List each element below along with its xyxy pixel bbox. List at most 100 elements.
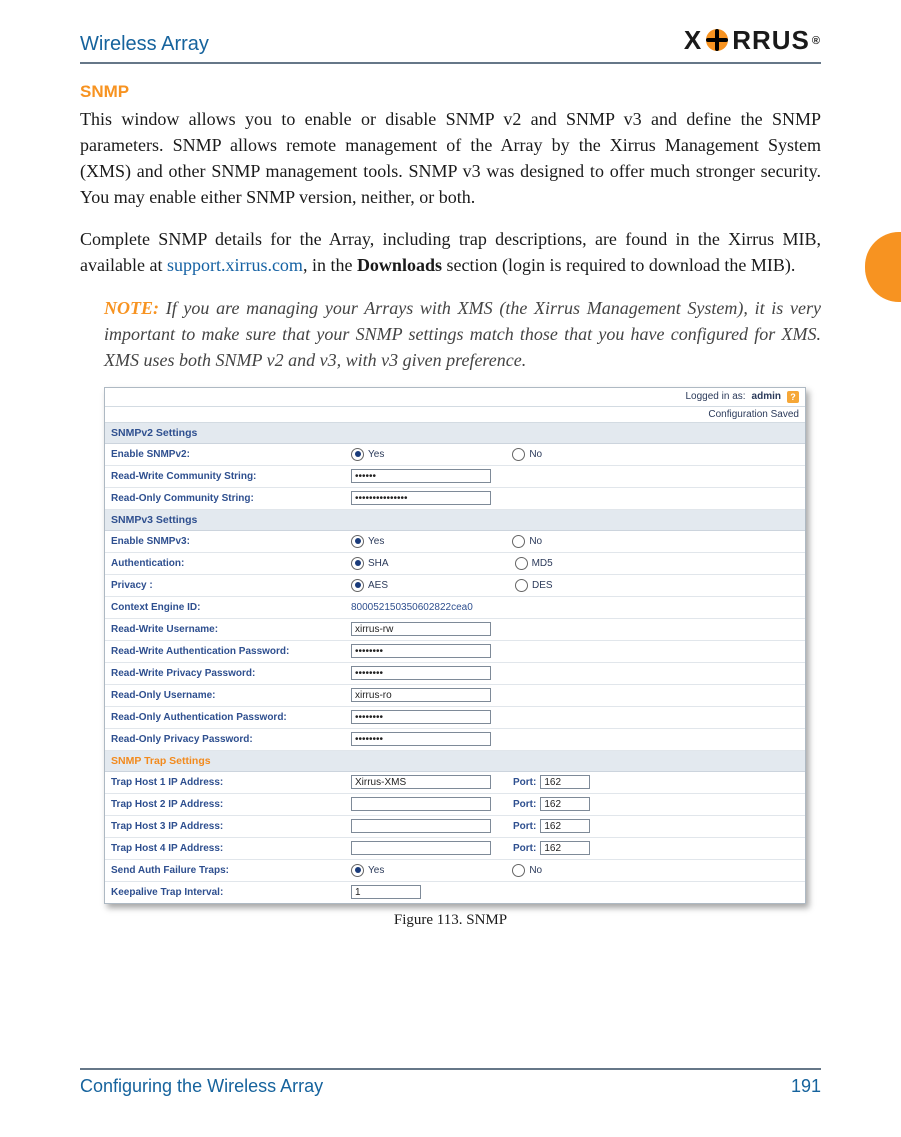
radio-label: No: [529, 536, 542, 547]
ro-community-row: Read-Only Community String: ••••••••••••…: [105, 488, 805, 510]
engine-id-label: Context Engine ID:: [111, 602, 351, 613]
keepalive-label: Keepalive Trap Interval:: [111, 887, 351, 898]
rw-community-row: Read-Write Community String: ••••••: [105, 466, 805, 488]
figure-caption: Figure 113. SNMP: [80, 912, 821, 929]
ro-priv-pw-label: Read-Only Privacy Password:: [111, 734, 351, 745]
radio-icon: [351, 864, 364, 877]
radio-icon: [515, 579, 528, 592]
help-icon[interactable]: ?: [787, 391, 799, 403]
trap-host1-row: Trap Host 1 IP Address: Xirrus-XMS Port:…: [105, 772, 805, 794]
trap-host1-port-input[interactable]: 162: [540, 775, 590, 789]
priv-des[interactable]: DES: [515, 579, 553, 592]
keepalive-row: Keepalive Trap Interval: 1: [105, 882, 805, 903]
logo-text: RRUS: [732, 25, 810, 56]
trap-host4-row: Trap Host 4 IP Address: Port: 162: [105, 838, 805, 860]
radio-label: No: [529, 449, 542, 460]
trap-host3-port-input[interactable]: 162: [540, 819, 590, 833]
priv-aes[interactable]: AES: [351, 579, 388, 592]
enable-snmpv3-row: Enable SNMPv3: Yes No: [105, 531, 805, 553]
doc-title: Wireless Array: [80, 33, 209, 56]
ro-priv-pw-row: Read-Only Privacy Password: ••••••••: [105, 729, 805, 751]
paragraph-2-mid: , in the: [303, 255, 357, 275]
radio-label: No: [529, 865, 542, 876]
privacy-label: Privacy :: [111, 580, 351, 591]
engine-id-row: Context Engine ID: 800052150350602822cea…: [105, 597, 805, 619]
trap-host1-ip-input[interactable]: Xirrus-XMS: [351, 775, 491, 789]
radio-label: Yes: [368, 449, 384, 460]
snmpv2-section-header: SNMPv2 Settings: [105, 423, 805, 444]
panel-top-bar: Logged in as: admin ?: [105, 388, 805, 407]
rw-community-label: Read-Write Community String:: [111, 471, 351, 482]
auth-md5[interactable]: MD5: [515, 557, 553, 570]
trap-host3-ip-input[interactable]: [351, 819, 491, 833]
trap-host2-ip-input[interactable]: [351, 797, 491, 811]
ro-auth-pw-row: Read-Only Authentication Password: •••••…: [105, 707, 805, 729]
auth-sha[interactable]: SHA: [351, 557, 389, 570]
ro-user-row: Read-Only Username: xirrus-ro: [105, 685, 805, 707]
trap-host4-label: Trap Host 4 IP Address:: [111, 843, 351, 854]
ro-community-label: Read-Only Community String:: [111, 493, 351, 504]
trap-host3-label: Trap Host 3 IP Address:: [111, 821, 351, 832]
enable-snmpv3-label: Enable SNMPv3:: [111, 536, 351, 547]
radio-icon: [515, 557, 528, 570]
rw-priv-pw-label: Read-Write Privacy Password:: [111, 668, 351, 679]
trap-host4-ip-input[interactable]: [351, 841, 491, 855]
note-paragraph: NOTE: If you are managing your Arrays wi…: [104, 295, 821, 373]
radio-icon: [512, 448, 525, 461]
footer-page-number: 191: [791, 1076, 821, 1097]
keepalive-input[interactable]: 1: [351, 885, 421, 899]
ro-user-label: Read-Only Username:: [111, 690, 351, 701]
ro-auth-pw-input[interactable]: ••••••••: [351, 710, 491, 724]
enable-snmpv2-row: Enable SNMPv2: Yes No: [105, 444, 805, 466]
trap-host1-port-label: Port:: [513, 777, 536, 788]
trap-host4-port-label: Port:: [513, 843, 536, 854]
rw-user-label: Read-Write Username:: [111, 624, 351, 635]
logged-in-user: admin: [752, 391, 781, 402]
radio-label: DES: [532, 580, 553, 591]
rw-auth-pw-row: Read-Write Authentication Password: ••••…: [105, 641, 805, 663]
rw-priv-pw-row: Read-Write Privacy Password: ••••••••: [105, 663, 805, 685]
engine-id-value: 800052150350602822cea0: [351, 602, 473, 613]
enable-snmpv2-yes[interactable]: Yes: [351, 448, 384, 461]
config-saved-status: Configuration Saved: [105, 407, 805, 423]
enable-snmpv2-no[interactable]: No: [512, 448, 542, 461]
document-header: Wireless Array X RRUS ®: [80, 25, 821, 64]
document-footer: Configuring the Wireless Array 191: [80, 1068, 821, 1097]
rw-user-input[interactable]: xirrus-rw: [351, 622, 491, 636]
trap-host2-label: Trap Host 2 IP Address:: [111, 799, 351, 810]
rw-community-input[interactable]: ••••••: [351, 469, 491, 483]
enable-snmpv3-no[interactable]: No: [512, 535, 542, 548]
enable-snmpv3-yes[interactable]: Yes: [351, 535, 384, 548]
ro-community-input[interactable]: •••••••••••••••: [351, 491, 491, 505]
downloads-bold: Downloads: [357, 255, 442, 275]
rw-auth-pw-input[interactable]: ••••••••: [351, 644, 491, 658]
radio-icon: [351, 579, 364, 592]
ro-priv-pw-input[interactable]: ••••••••: [351, 732, 491, 746]
xirrus-logo: X RRUS ®: [684, 25, 821, 56]
auth-fail-traps-row: Send Auth Failure Traps: Yes No: [105, 860, 805, 882]
radio-label: Yes: [368, 865, 384, 876]
rw-user-row: Read-Write Username: xirrus-rw: [105, 619, 805, 641]
radio-icon: [351, 448, 364, 461]
auth-label: Authentication:: [111, 558, 351, 569]
radio-icon: [512, 864, 525, 877]
support-link[interactable]: support.xirrus.com: [167, 255, 303, 275]
ro-user-input[interactable]: xirrus-ro: [351, 688, 491, 702]
auth-fail-yes[interactable]: Yes: [351, 864, 384, 877]
radio-label: AES: [368, 580, 388, 591]
logo-crosshair-icon: [706, 29, 728, 51]
radio-icon: [351, 535, 364, 548]
footer-section-title: Configuring the Wireless Array: [80, 1076, 323, 1097]
trap-host4-port-input[interactable]: 162: [540, 841, 590, 855]
trap-host3-port-label: Port:: [513, 821, 536, 832]
trap-host2-port-input[interactable]: 162: [540, 797, 590, 811]
trap-host2-port-label: Port:: [513, 799, 536, 810]
paragraph-2-post: section (login is required to download t…: [442, 255, 795, 275]
rw-priv-pw-input[interactable]: ••••••••: [351, 666, 491, 680]
auth-fail-no[interactable]: No: [512, 864, 542, 877]
auth-fail-traps-label: Send Auth Failure Traps:: [111, 865, 351, 876]
paragraph-1: This window allows you to enable or disa…: [80, 106, 821, 210]
trap-section-header: SNMP Trap Settings: [105, 751, 805, 772]
trap-host3-row: Trap Host 3 IP Address: Port: 162: [105, 816, 805, 838]
logo-registered: ®: [812, 35, 821, 47]
